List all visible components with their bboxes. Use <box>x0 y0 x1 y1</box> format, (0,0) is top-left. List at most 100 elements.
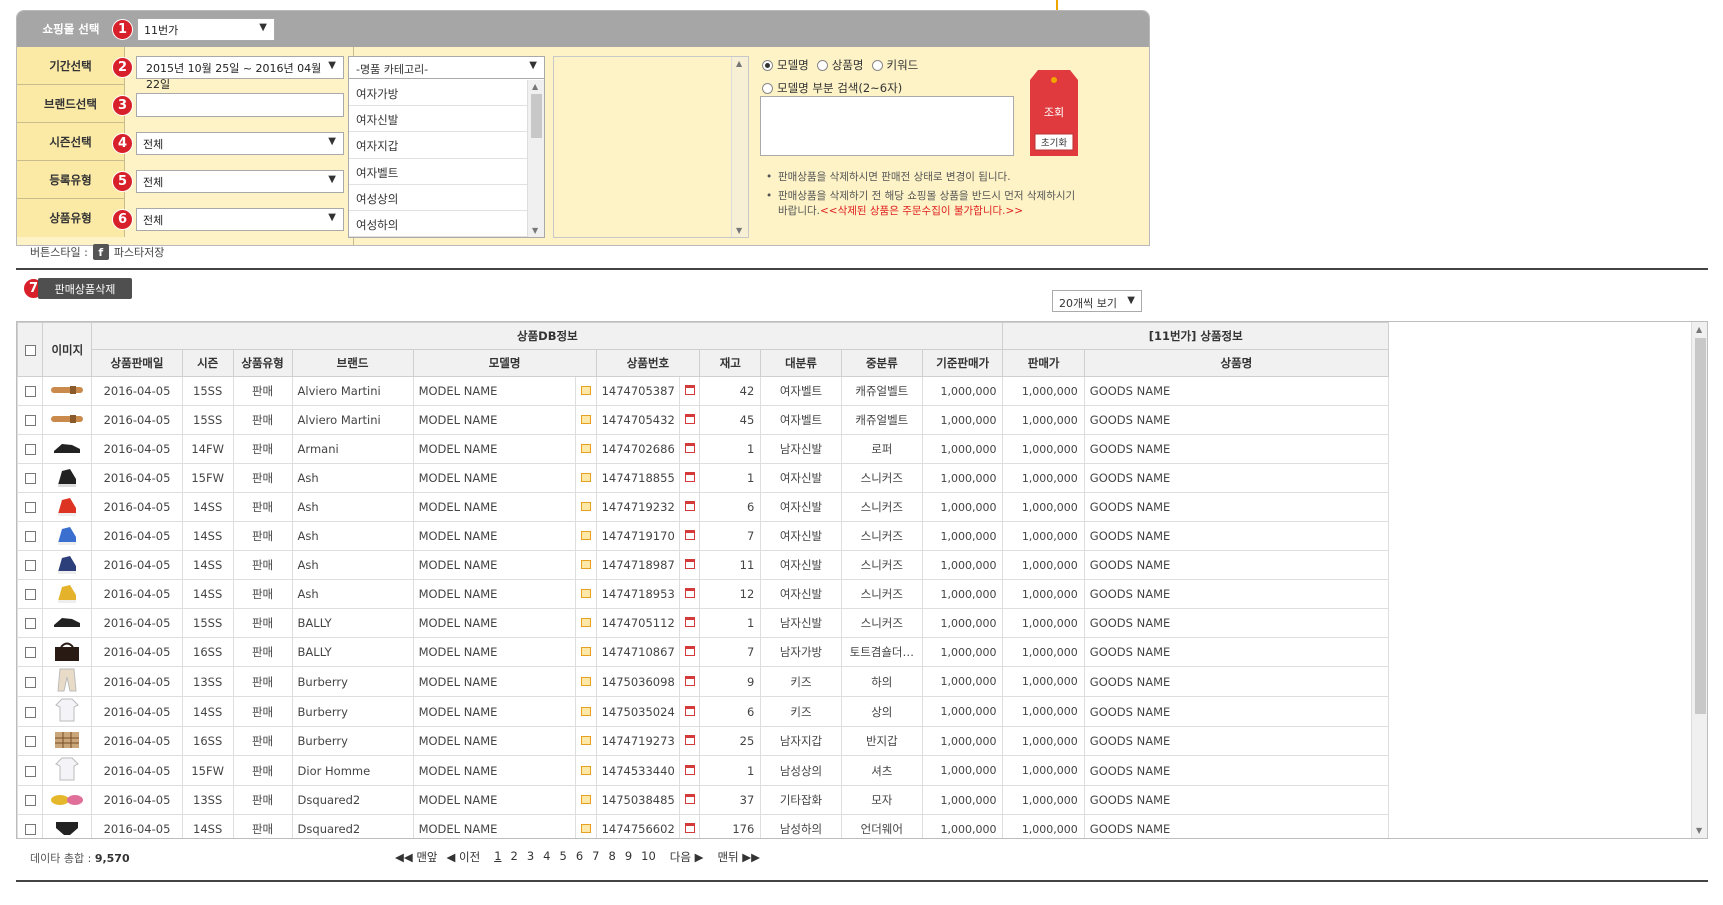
row-checkbox-cell[interactable] <box>17 521 44 551</box>
table-row[interactable]: 2016-04-05 14SS 판매 Ash MODEL NAME 1474718953 1… <box>17 579 1390 609</box>
subcategory-box[interactable]: ▲ ▼ <box>553 56 749 238</box>
fb-save-label[interactable]: 파스타저장 <box>114 244 165 260</box>
category-item[interactable]: 여자벨트 <box>349 159 528 185</box>
page-link[interactable]: 7 <box>592 849 599 865</box>
calendar-icon[interactable] <box>684 735 695 745</box>
calendar-cell[interactable] <box>678 492 701 522</box>
memo-cell[interactable] <box>575 637 597 667</box>
table-row[interactable]: 2016-04-05 16SS 판매 Burberry MODEL NAME 147471… <box>17 726 1390 756</box>
table-row[interactable]: 2016-04-05 16SS 판매 BALLY MODEL NAME 147471086… <box>17 637 1390 667</box>
page-link[interactable]: 4 <box>543 849 550 865</box>
scroll-up-icon[interactable]: ▲ <box>736 59 742 68</box>
page-link[interactable]: 10 <box>641 849 656 865</box>
scroll-down-icon[interactable]: ▼ <box>736 226 742 235</box>
calendar-icon[interactable] <box>684 646 695 656</box>
calendar-cell[interactable] <box>678 785 701 815</box>
row-checkbox[interactable] <box>24 560 36 571</box>
col-cat2[interactable]: 중분류 <box>840 349 923 377</box>
col-model[interactable]: 모델명 <box>412 349 597 377</box>
memo-cell[interactable] <box>575 666 597 697</box>
category-item[interactable]: 여성하의 <box>349 211 528 238</box>
select-all-header[interactable] <box>17 322 44 377</box>
col-price[interactable]: 판매가 <box>1002 349 1085 377</box>
scroll-up-icon[interactable]: ▲ <box>1696 325 1702 334</box>
calendar-icon[interactable] <box>684 764 695 775</box>
row-checkbox[interactable] <box>24 795 36 806</box>
row-checkbox-cell[interactable] <box>17 405 44 435</box>
memo-cell[interactable] <box>575 579 597 609</box>
col-product-type[interactable]: 상품유형 <box>232 349 293 377</box>
memo-cell[interactable] <box>575 726 597 756</box>
page-link[interactable]: 6 <box>576 849 583 865</box>
memo-cell[interactable] <box>575 755 597 786</box>
scroll-thumb[interactable] <box>1695 338 1706 714</box>
page-link[interactable]: 1 <box>494 849 501 865</box>
table-row[interactable]: 2016-04-05 14SS 판매 Ash MODEL NAME 1474719232 6… <box>17 492 1390 522</box>
first-page-link[interactable]: ◀◀ 맨앞 <box>395 849 438 865</box>
row-checkbox-cell[interactable] <box>17 376 44 406</box>
row-checkbox-cell[interactable] <box>17 696 44 727</box>
row-checkbox[interactable] <box>24 473 36 484</box>
radio-circle[interactable] <box>762 82 773 94</box>
prev-page-link[interactable]: ◀ 이전 <box>447 849 481 865</box>
row-checkbox[interactable] <box>24 824 36 835</box>
row-checkbox[interactable] <box>24 531 36 542</box>
col-brand[interactable]: 브랜드 <box>291 349 414 377</box>
memo-icon[interactable] <box>580 618 591 627</box>
row-checkbox-cell[interactable] <box>17 463 44 493</box>
memo-icon[interactable] <box>580 444 591 453</box>
row-checkbox[interactable] <box>24 618 36 629</box>
col-stock[interactable]: 재고 <box>699 349 762 377</box>
calendar-icon[interactable] <box>684 385 695 395</box>
row-checkbox[interactable] <box>24 386 36 397</box>
calendar-icon[interactable] <box>684 414 695 424</box>
scroll-down-icon[interactable]: ▼ <box>532 226 538 235</box>
row-checkbox-cell[interactable] <box>17 608 44 638</box>
last-page-link[interactable]: 맨뒤 ▶▶ <box>717 849 760 865</box>
row-checkbox-cell[interactable] <box>17 785 44 815</box>
calendar-cell[interactable] <box>678 463 701 493</box>
table-row[interactable]: 2016-04-05 13SS 판매 Dsquared2 MODEL NAME 14750… <box>17 785 1390 815</box>
scroll-down-icon[interactable]: ▼ <box>1696 826 1702 835</box>
memo-cell[interactable] <box>575 492 597 522</box>
calendar-icon[interactable] <box>684 530 695 540</box>
memo-icon[interactable] <box>580 531 591 540</box>
category-item[interactable]: 여자지갑 <box>349 132 528 159</box>
page-link[interactable]: 5 <box>560 849 567 865</box>
calendar-icon[interactable] <box>684 675 695 686</box>
memo-icon[interactable] <box>580 589 591 598</box>
calendar-icon[interactable] <box>684 443 695 453</box>
search-tag-button[interactable]: 조회 초기화 <box>1030 70 1078 156</box>
calendar-cell[interactable] <box>678 434 701 464</box>
calendar-icon[interactable] <box>684 617 695 627</box>
calendar-cell[interactable] <box>678 666 701 697</box>
row-checkbox-cell[interactable] <box>17 492 44 522</box>
table-row[interactable]: 2016-04-05 14SS 판매 Burberry MODEL NAME 147503… <box>17 696 1390 727</box>
memo-icon[interactable] <box>580 502 591 511</box>
row-checkbox[interactable] <box>24 647 36 658</box>
calendar-cell[interactable] <box>678 726 701 756</box>
row-checkbox[interactable] <box>24 765 36 777</box>
row-checkbox[interactable] <box>24 706 36 718</box>
product-type-select[interactable]: 전체 ▼ <box>136 208 344 231</box>
memo-icon[interactable] <box>580 736 591 745</box>
row-checkbox-cell[interactable] <box>17 434 44 464</box>
calendar-cell[interactable] <box>678 696 701 727</box>
radio-keyword[interactable]: 키워드 <box>871 57 918 73</box>
row-checkbox-cell[interactable] <box>17 666 44 697</box>
memo-cell[interactable] <box>575 696 597 727</box>
mall-select[interactable]: 11번가 ▼ <box>137 18 275 41</box>
col-season[interactable]: 시즌 <box>181 349 234 377</box>
period-select[interactable]: 2015년 10월 25일 ~ 2016년 04월 22일 ▼ <box>136 56 344 91</box>
table-row[interactable]: 2016-04-05 14SS 판매 Ash MODEL NAME 1474719170 7… <box>17 521 1390 551</box>
table-row[interactable]: 2016-04-05 14SS 판매 Ash MODEL NAME 1474718987 1… <box>17 550 1390 580</box>
memo-icon[interactable] <box>580 386 591 395</box>
delete-sale-items-button[interactable]: 판매상품삭제 <box>38 278 132 299</box>
radio-partial[interactable]: 모델명 부분 검색(2~6자) <box>762 80 902 96</box>
category-item[interactable]: 여성상의 <box>349 185 528 211</box>
row-checkbox-cell[interactable] <box>17 814 44 838</box>
table-row[interactable]: 2016-04-05 15SS 판매 BALLY MODEL NAME 147470511… <box>17 608 1390 638</box>
calendar-icon[interactable] <box>684 823 695 833</box>
memo-icon[interactable] <box>580 560 591 569</box>
table-row[interactable]: 2016-04-05 13SS 판매 Burberry MODEL NAME 147503… <box>17 666 1390 697</box>
